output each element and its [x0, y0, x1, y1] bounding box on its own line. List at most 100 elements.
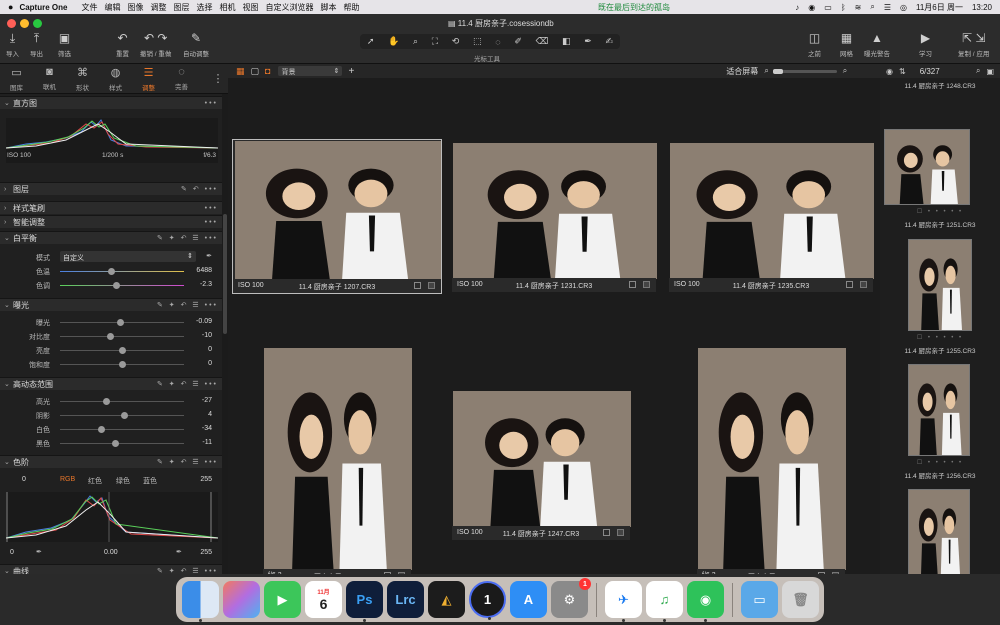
- zoom-in-icon[interactable]: ⌕: [843, 66, 847, 76]
- hdr-knob[interactable]: [121, 412, 129, 419]
- browser-item[interactable]: ☐ • • • • • 11.4 厨房亲子 1251.CR3: [880, 129, 1000, 235]
- filter-button[interactable]: ▣ 筛选: [58, 32, 71, 59]
- menubar-date[interactable]: 11月6日 周一: [916, 2, 963, 13]
- wb-tint-slider[interactable]: [60, 285, 184, 286]
- rotate-icon[interactable]: ⟲: [452, 36, 460, 47]
- exposure-knob[interactable]: [119, 361, 126, 368]
- lightroom-classic-icon[interactable]: Lrc: [387, 581, 424, 618]
- rating-dots[interactable]: ☐ • • • • •: [880, 208, 1000, 215]
- search-icon[interactable]: ⌕: [976, 66, 980, 76]
- music-icon[interactable]: ♪: [795, 3, 799, 12]
- levels-input-low[interactable]: 0: [22, 476, 26, 483]
- system-settings-icon[interactable]: ⚙ 1: [551, 578, 591, 618]
- exposure-value[interactable]: -0.09: [196, 318, 212, 325]
- auto-adjust-button[interactable]: ✎ 自动调整: [183, 32, 209, 59]
- menu-adjust[interactable]: 调整: [150, 2, 166, 13]
- hdr-knob[interactable]: [97, 426, 105, 433]
- section-tools[interactable]: ✎ ✦ ↶ ☰ •••: [157, 234, 218, 242]
- hdr-slider[interactable]: [60, 429, 184, 430]
- app-menu[interactable]: Capture One: [19, 3, 67, 12]
- import-button[interactable]: ⤓ 导入: [6, 32, 19, 59]
- thumbnail[interactable]: f/6.311.4 厨房亲子 1255.CR3: [696, 346, 846, 584]
- histogram-header[interactable]: ⌄ 直方图 •••: [0, 96, 222, 109]
- levels-histogram[interactable]: [6, 492, 218, 542]
- gradient-icon[interactable]: ◧: [562, 36, 571, 47]
- annotate-icon[interactable]: ✍: [605, 36, 613, 47]
- more-icon[interactable]: •••: [205, 205, 218, 212]
- thumbnail[interactable]: f/6.311.4 厨房亲子 1241.CR3: [262, 346, 412, 584]
- learn-button[interactable]: ▶ 学习: [919, 32, 932, 59]
- style-brush-header[interactable]: › 样式笔刷 •••: [0, 201, 222, 214]
- photo[interactable]: [264, 348, 412, 570]
- eyedropper-icon[interactable]: ✒: [176, 548, 182, 556]
- rating-dots[interactable]: ☐ • • • • •: [880, 459, 1000, 466]
- photo[interactable]: [670, 143, 874, 279]
- eyedropper-icon[interactable]: ✒: [36, 548, 42, 556]
- close-window-button[interactable]: [7, 19, 16, 28]
- tab-shape[interactable]: ⌘ 形状: [66, 64, 99, 93]
- menu-view[interactable]: 视图: [242, 2, 258, 13]
- minimize-window-button[interactable]: [20, 19, 29, 28]
- eye-icon[interactable]: ◉: [886, 67, 893, 76]
- levels-header[interactable]: ⌄ 色阶 ✎ ✦ ↶ ☰ •••: [0, 455, 222, 468]
- hdr-knob[interactable]: [111, 440, 119, 447]
- levels-midpoint[interactable]: 0.00: [104, 549, 118, 556]
- wifi-icon[interactable]: ≋: [855, 3, 862, 12]
- grid-toggle-icon[interactable]: [860, 281, 867, 288]
- thumbnail[interactable]: ISO 100 11.4 厨房亲子 1231.CR3: [451, 141, 657, 293]
- hdr-value[interactable]: 4: [208, 411, 212, 418]
- apple-icon[interactable]: ●: [8, 2, 13, 12]
- brush-icon[interactable]: ✐: [514, 36, 522, 47]
- before-button[interactable]: ◫ 之前: [808, 32, 821, 59]
- app-store-icon[interactable]: A: [510, 581, 547, 618]
- wb-temp-slider[interactable]: [60, 271, 184, 272]
- more-tabs-button[interactable]: ⋮: [208, 64, 228, 93]
- menu-custom-browser[interactable]: 自定义浏览器: [265, 2, 313, 13]
- image-viewer-app-icon[interactable]: ◭: [428, 581, 465, 618]
- capture-one-icon[interactable]: 1: [469, 581, 506, 620]
- exposure-header[interactable]: ⌄ 曝光 ✎ ✦ ↶ ☰ •••: [0, 298, 222, 311]
- browser-photo[interactable]: [908, 489, 970, 581]
- grid-toggle-icon[interactable]: [643, 281, 650, 288]
- zoom-window-button[interactable]: [33, 19, 42, 28]
- finder-icon[interactable]: [182, 581, 219, 622]
- single-view-icon[interactable]: ▢: [251, 66, 260, 77]
- hdr-value[interactable]: -27: [202, 397, 212, 404]
- select-checkbox[interactable]: [846, 281, 853, 288]
- exposure-value[interactable]: 0: [208, 360, 212, 367]
- control-center-icon[interactable]: ☰: [884, 3, 891, 12]
- levels-channel-rgb[interactable]: RGB: [60, 476, 75, 483]
- eraser-icon[interactable]: ⌫: [536, 36, 549, 47]
- rating-dots[interactable]: ☐ • • • • •: [880, 334, 1000, 341]
- select-checkbox[interactable]: [603, 529, 610, 536]
- facetime-icon[interactable]: ▶: [264, 581, 301, 618]
- photo[interactable]: [235, 141, 441, 279]
- hdr-slider[interactable]: [60, 401, 184, 402]
- search-icon[interactable]: ⌕: [870, 2, 874, 12]
- exposure-value[interactable]: -10: [202, 332, 212, 339]
- exposure-knob[interactable]: [106, 333, 114, 340]
- scrollbar-thumb[interactable]: [223, 214, 227, 334]
- more-icon[interactable]: •••: [205, 100, 218, 107]
- thumbnail[interactable]: ISO 100 11.4 厨房亲子 1207.CR3: [232, 139, 442, 294]
- browser-photo[interactable]: [884, 129, 970, 205]
- menu-select[interactable]: 选择: [196, 2, 212, 13]
- export-button[interactable]: ⤒ 导出: [30, 32, 43, 59]
- copy-apply-button[interactable]: ⇱ ⇲ 复制 / 应用: [958, 32, 989, 59]
- menu-layers[interactable]: 图层: [173, 2, 189, 13]
- section-tools[interactable]: ✎ ✦ ↶ ☰ •••: [157, 301, 218, 309]
- thumbnail[interactable]: ISO 100 11.4 厨房亲子 1247.CR3: [451, 389, 631, 541]
- exposure-knob[interactable]: [119, 347, 126, 354]
- thumbnail[interactable]: ISO 100 11.4 厨房亲子 1235.CR3: [668, 141, 874, 293]
- select-checkbox[interactable]: [629, 281, 636, 288]
- section-tools[interactable]: ✎ ✦ ↶ ☰ •••: [157, 567, 218, 574]
- levels-channel-green[interactable]: 绿色: [116, 476, 130, 486]
- grid-button[interactable]: ▦ 网格: [840, 32, 853, 59]
- browser-item[interactable]: ☐ • • • • • 11.4 厨房亲子 1255.CR3: [880, 239, 1000, 361]
- photo[interactable]: [698, 348, 846, 570]
- siri-icon[interactable]: ◎: [900, 3, 907, 12]
- section-tools[interactable]: ✎ ✦ ↶ ☰ •••: [157, 380, 218, 388]
- browser-item[interactable]: ☐ • • • • • 11.4 厨房亲子 1256.CR3: [880, 364, 1000, 486]
- white-balance-header[interactable]: ⌄ 白平衡 ✎ ✦ ↶ ☰ •••: [0, 231, 222, 244]
- reset-button[interactable]: ↶ 重置: [116, 32, 129, 59]
